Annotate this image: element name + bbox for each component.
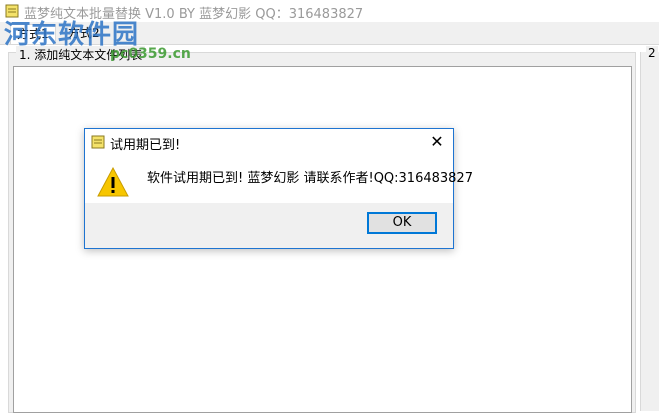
right-group-title: 2: [646, 46, 658, 60]
dialog-footer: OK: [85, 203, 453, 248]
right-group: [640, 52, 659, 411]
ok-button[interactable]: OK: [367, 212, 437, 234]
dialog-title: 试用期已到!: [110, 138, 181, 153]
dialog-titlebar: 试用期已到! ✕: [85, 129, 453, 155]
watermark-url: pc0359.cn: [110, 46, 191, 62]
app-icon: [91, 135, 105, 149]
dialog-body: 软件试用期已到! 蓝梦幻影 请联系作者!QQ:316483827: [85, 155, 473, 203]
warning-icon: [97, 167, 129, 197]
trial-expired-dialog: 试用期已到! ✕ 软件试用期已到! 蓝梦幻影 请联系作者!QQ:31648382…: [84, 128, 473, 249]
dialog-message: 软件试用期已到! 蓝梦幻影 请联系作者!QQ:316483827: [147, 171, 473, 186]
close-icon[interactable]: ✕: [421, 129, 453, 155]
